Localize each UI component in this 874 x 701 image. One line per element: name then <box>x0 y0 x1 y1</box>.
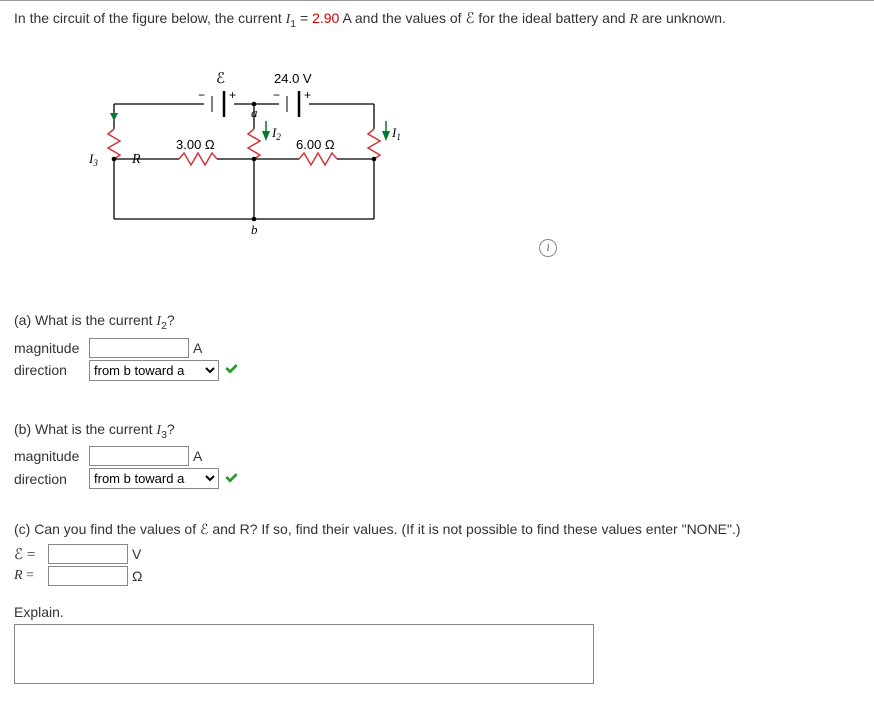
fig-24v-label: 24.0 V <box>274 71 312 86</box>
part-b-prefix: (b) What is the current <box>14 421 156 437</box>
part-a-magnitude-input[interactable] <box>89 338 189 358</box>
fig-3ohm: 3.00 Ω <box>176 137 215 152</box>
part-a: (a) What is the current I2? magnitude A … <box>14 312 860 381</box>
explain-label: Explain. <box>14 604 860 620</box>
part-c-eps-label: ℰ = <box>14 545 48 564</box>
prompt-text-3: for the ideal battery and <box>475 10 630 26</box>
fig-I2-sub: 2 <box>276 132 281 142</box>
I1-value: 2.90 <box>312 10 339 26</box>
part-b-magnitude-unit: A <box>193 448 202 464</box>
part-c-eps-input[interactable] <box>48 544 128 564</box>
fig-I1-sub: 1 <box>396 132 401 142</box>
prompt-text-1: In the circuit of the figure below, the … <box>14 10 286 26</box>
fig-I2: I2 <box>271 125 281 142</box>
fig-6ohm: 6.00 Ω <box>296 137 335 152</box>
fig-I3-sub: 3 <box>92 158 98 168</box>
fig-node-b: b <box>251 222 258 237</box>
fig-R-label: R <box>131 152 141 167</box>
part-c-R-unit: Ω <box>132 568 142 584</box>
prompt-eq: = <box>296 10 312 26</box>
circuit-figure: ℰ 24.0 V − + − + a b R 3.00 Ω 6.00 Ω I3 … <box>84 69 860 284</box>
part-a-suffix: ? <box>167 312 175 328</box>
fig-eps-label: ℰ <box>216 71 225 87</box>
part-c: (c) Can you find the values of ℰ and R? … <box>14 521 860 687</box>
part-a-magnitude-label: magnitude <box>14 340 89 356</box>
part-c-R-input[interactable] <box>48 566 128 586</box>
part-b-question: (b) What is the current I3? <box>14 421 860 441</box>
part-b-suffix: ? <box>167 421 175 437</box>
part-c-eps-unit: V <box>132 546 141 562</box>
part-b-magnitude-input[interactable] <box>89 446 189 466</box>
part-a-prefix: (a) What is the current <box>14 312 156 328</box>
fig-minus-2: − <box>273 88 280 102</box>
check-icon <box>225 471 241 487</box>
problem-prompt: In the circuit of the figure below, the … <box>0 1 874 34</box>
part-b-magnitude-label: magnitude <box>14 448 89 464</box>
part-b: (b) What is the current I3? magnitude A … <box>14 421 860 490</box>
fig-plus-2: + <box>304 88 311 102</box>
prompt-text-2: A and the values of <box>339 10 465 26</box>
part-b-direction-select[interactable]: from b toward a <box>89 468 219 489</box>
part-a-magnitude-unit: A <box>193 340 202 356</box>
check-icon <box>225 362 241 378</box>
info-icon[interactable]: i <box>539 239 557 257</box>
part-a-direction-label: direction <box>14 362 89 378</box>
explain-textarea[interactable] <box>14 624 594 684</box>
circuit-svg: ℰ 24.0 V − + − + a b R 3.00 Ω 6.00 Ω I3 … <box>84 69 424 244</box>
eps-symbol: ℰ <box>465 11 474 27</box>
part-c-R-label: R = <box>14 568 48 584</box>
fig-minus-1: − <box>198 88 205 102</box>
fig-I3: I3 <box>88 151 98 168</box>
fig-node-a: a <box>251 105 258 120</box>
prompt-text-4: are unknown. <box>638 10 726 26</box>
part-a-question: (a) What is the current I2? <box>14 312 860 332</box>
fig-plus-1: + <box>229 88 236 102</box>
part-a-direction-select[interactable]: from b toward a <box>89 360 219 381</box>
R-symbol: R <box>629 12 638 27</box>
part-b-direction-label: direction <box>14 471 89 487</box>
part-c-question: (c) Can you find the values of ℰ and R? … <box>14 521 860 538</box>
fig-I1: I1 <box>391 125 401 142</box>
